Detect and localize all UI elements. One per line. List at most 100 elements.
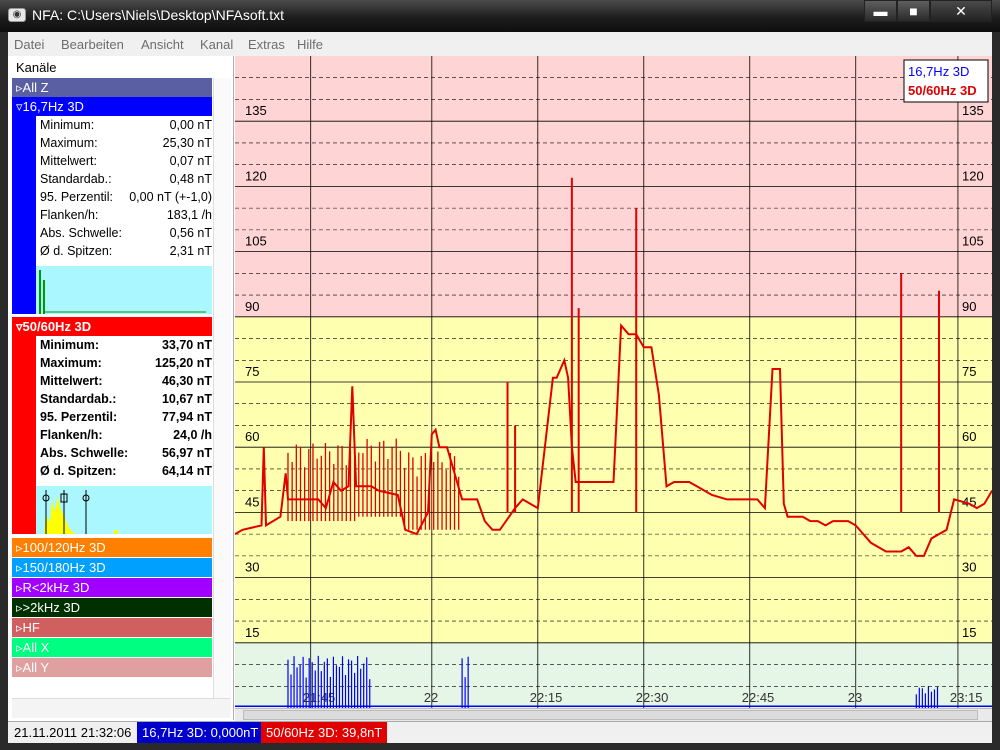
- stat-value: 46,30 nT: [161, 374, 212, 388]
- window-frame-right: [992, 56, 1000, 750]
- sidebar-title: Kanäle: [16, 60, 57, 75]
- stat-value: 33,70 nT: [161, 338, 212, 352]
- minimize-button[interactable]: ▬: [864, 0, 897, 22]
- stat-label: Abs. Schwelle:: [40, 226, 122, 240]
- channel-all-x[interactable]: ▹All X: [12, 638, 212, 657]
- sidebar-vertical-scrollbar[interactable]: [213, 78, 231, 718]
- y-tick-label-left: 90: [245, 299, 259, 314]
- stat-label: Standardab.:: [40, 392, 117, 406]
- stat-value: 24,0 /h: [173, 428, 212, 442]
- app-eye-icon: ◉: [8, 8, 26, 22]
- y-tick-label-right: 135: [962, 103, 984, 118]
- maximize-button[interactable]: ■: [897, 0, 930, 22]
- legend-item-16-7hz: 16,7Hz 3D: [908, 64, 969, 79]
- channel-150-180hz[interactable]: ▹150/180Hz 3D: [12, 558, 212, 577]
- y-tick-label-left: 120: [245, 168, 267, 183]
- y-tick-label-right: 30: [962, 560, 976, 575]
- channel-all-z[interactable]: ▹All Z: [12, 78, 212, 97]
- measurement-chart[interactable]: 15 1530 3045 4560 6075 7590 90105 105120 120135 1…: [235, 56, 992, 708]
- stat-label: Mittelwert:: [40, 154, 97, 168]
- status-channel-16-7hz: 16,7Hz 3D: 0,000nT: [137, 722, 264, 743]
- menu-kanal[interactable]: Kanal: [200, 37, 233, 52]
- stat-value: 183,1 /h: [166, 208, 212, 222]
- y-tick-label-left: 30: [245, 560, 259, 575]
- y-tick-label-left: 135: [245, 103, 267, 118]
- stat-label: Flanken/h:: [40, 428, 103, 442]
- window-title: NFA: C:\Users\Niels\Desktop\NFAsoft.txt: [32, 7, 285, 23]
- channel-all-y[interactable]: ▹All Y: [12, 658, 212, 677]
- stat-label: Ø d. Spitzen:: [40, 244, 113, 258]
- channel-r-2khz[interactable]: ▹R<2kHz 3D: [12, 578, 212, 597]
- stat-value: 0,00 nT: [169, 118, 212, 132]
- window-frame-bottom: [0, 743, 1000, 750]
- menu-bearbeiten[interactable]: Bearbeiten: [61, 37, 124, 52]
- channel-100-120hz[interactable]: ▹100/120Hz 3D: [12, 538, 212, 557]
- stat-label: Maximum:: [40, 356, 102, 370]
- sidebar-horizontal-scrollbar[interactable]: [12, 698, 230, 718]
- x-tick-label: 22:15: [530, 690, 563, 705]
- y-tick-label-right: 90: [962, 299, 976, 314]
- title-bar: ◉ NFA: C:\Users\Niels\Desktop\NFAsoft.tx…: [0, 0, 1000, 32]
- y-tick-label-left: 15: [245, 625, 259, 640]
- status-channel-50-60hz: 50/60Hz 3D: 39,8nT: [261, 722, 388, 743]
- y-tick-label-left: 60: [245, 429, 259, 444]
- stat-value: 10,67 nT: [161, 392, 212, 406]
- stat-label: Abs. Schwelle:: [40, 446, 129, 460]
- stat-label: Ø d. Spitzen:: [40, 464, 117, 478]
- channel-50-60hz[interactable]: ▿50/60Hz 3D: [12, 317, 212, 336]
- stat-value: 0,48 nT: [169, 172, 212, 186]
- channel-2khz[interactable]: ▹>2kHz 3D: [12, 598, 212, 617]
- y-tick-label-right: 15: [962, 625, 976, 640]
- menu-datei[interactable]: Datei: [14, 37, 44, 52]
- stat-value: 64,14 nT: [161, 464, 212, 478]
- x-tick-label: 22:45: [742, 690, 775, 705]
- channel-sidebar: Kanäle ▹All Z ▿16,7Hz 3D Minimum: 0,00 nT…: [8, 56, 234, 720]
- histogram-16-7hz: [36, 266, 212, 314]
- stat-label: Mittelwert:: [40, 374, 103, 388]
- menu-hilfe[interactable]: Hilfe: [297, 37, 323, 52]
- menu-extras[interactable]: Extras: [248, 37, 285, 52]
- stat-label: Minimum:: [40, 118, 95, 132]
- stat-value: 0,56 nT: [169, 226, 212, 240]
- stat-value: 125,20 nT: [155, 356, 212, 370]
- status-bar: 21.11.2011 21:32:06 16,7Hz 3D: 0,000nT 5…: [8, 721, 992, 743]
- menu-ansicht[interactable]: Ansicht: [141, 37, 184, 52]
- x-tick-label: 22: [424, 690, 438, 705]
- y-tick-label-right: 105: [962, 234, 984, 249]
- close-button[interactable]: ✕: [930, 0, 992, 22]
- chart-horizontal-scrollbar[interactable]: [235, 708, 992, 721]
- histogram-area: [44, 496, 76, 534]
- y-tick-label-right: 75: [962, 364, 976, 379]
- x-tick-label: 23: [848, 690, 862, 705]
- y-tick-label-right: 120: [962, 168, 984, 183]
- stat-label: Flanken/h:: [40, 208, 99, 222]
- histogram-50-60hz: [36, 486, 212, 534]
- stat-label: Standardab.:: [40, 172, 112, 186]
- stats-16-7hz: Minimum: 0,00 nT Maximum: 25,30 nT Mittelw…: [12, 116, 212, 314]
- stat-label: Maximum:: [40, 136, 98, 150]
- legend-item-50-60hz: 50/60Hz 3D: [908, 83, 977, 98]
- stat-value: 77,94 nT: [161, 410, 212, 424]
- y-tick-label-left: 105: [245, 234, 267, 249]
- stat-label: 95. Perzentil:: [40, 410, 118, 424]
- stat-value: 56,97 nT: [161, 446, 212, 460]
- channel-16-7hz[interactable]: ▿16,7Hz 3D: [12, 97, 212, 116]
- histogram-bar: [114, 530, 118, 534]
- stat-value: 0,00 nT (+-1,0): [129, 190, 212, 204]
- window-frame-left: [0, 56, 8, 750]
- stat-value: 0,07 nT: [169, 154, 212, 168]
- x-tick-label: 23:15: [950, 690, 983, 705]
- stat-value: 2,31 nT: [169, 244, 212, 258]
- y-tick-label-left: 75: [245, 364, 259, 379]
- scroll-thumb[interactable]: [243, 710, 978, 720]
- y-tick-label-left: 45: [245, 494, 259, 509]
- x-tick-label: 22:30: [636, 690, 669, 705]
- stats-50-60hz: Minimum: 33,70 nT Maximum: 125,20 nT Mitte…: [12, 336, 212, 534]
- y-tick-label-right: 60: [962, 429, 976, 444]
- stat-label: 95. Perzentil:: [40, 190, 113, 204]
- stat-value: 25,30 nT: [162, 136, 212, 150]
- channel-hf[interactable]: ▹HF: [12, 618, 212, 637]
- status-datetime: 21.11.2011 21:32:06: [14, 725, 132, 740]
- stat-label: Minimum:: [40, 338, 100, 352]
- menu-bar: Datei Bearbeiten Ansicht Kanal Extras Hi…: [0, 32, 1000, 56]
